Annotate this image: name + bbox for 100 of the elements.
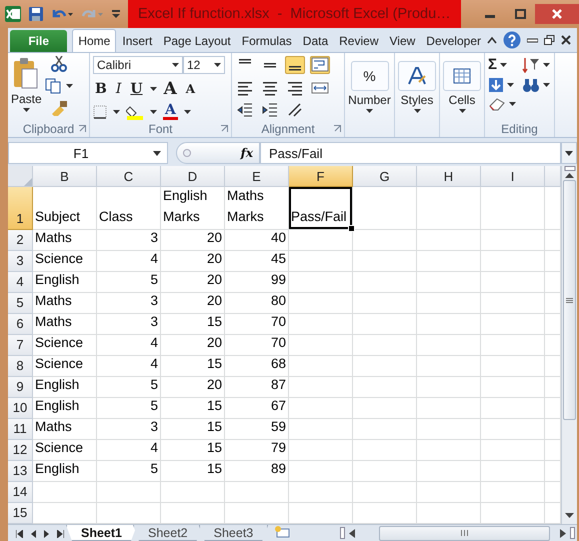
dropdown-caret-icon[interactable] <box>150 110 157 114</box>
table-cell: 15 <box>161 398 225 419</box>
dropdown-caret-icon[interactable] <box>184 110 191 114</box>
dropdown-caret-icon <box>414 109 420 113</box>
empty-cell <box>353 377 417 398</box>
column-header[interactable]: G <box>353 166 417 187</box>
dropdown-caret-icon[interactable] <box>113 110 120 114</box>
empty-cell <box>417 377 481 398</box>
number-button[interactable]: % Number <box>348 56 391 137</box>
dropdown-caret-icon[interactable] <box>214 63 221 67</box>
ribbon-tab[interactable]: Review <box>334 30 384 52</box>
insert-function-button[interactable]: fx <box>240 146 253 160</box>
collapse-ribbon-icon[interactable] <box>487 36 497 44</box>
grow-font-button[interactable]: A <box>162 79 179 99</box>
shrink-font-button[interactable]: A <box>184 82 198 96</box>
row-header[interactable]: 7 <box>8 335 33 356</box>
copy-icon[interactable] <box>44 78 61 94</box>
dialog-launcher-icon[interactable] <box>334 125 341 132</box>
ribbon-tab[interactable]: Data <box>298 30 334 52</box>
split-box-icon <box>564 166 576 172</box>
ribbon-tab[interactable]: Insert <box>117 30 158 52</box>
fill-down-icon[interactable] <box>488 77 504 93</box>
row-header[interactable]: 6 <box>8 314 33 335</box>
row-header[interactable]: 2 <box>8 230 33 251</box>
dropdown-caret-icon[interactable] <box>172 63 179 67</box>
row-header[interactable]: 11 <box>8 419 33 440</box>
sheet-tab[interactable]: Sheet3 <box>198 525 268 541</box>
vertical-scrollbar[interactable] <box>561 166 577 524</box>
row-header[interactable]: 13 <box>8 461 33 482</box>
align-button[interactable] <box>235 101 255 120</box>
italic-button[interactable]: I <box>114 81 124 97</box>
help-icon[interactable] <box>503 31 521 49</box>
row-header[interactable]: 10 <box>8 398 33 419</box>
formula-field[interactable]: Pass/Fail <box>260 142 561 164</box>
dialog-launcher-icon[interactable] <box>79 125 86 132</box>
column-header[interactable]: D <box>161 166 225 187</box>
borders-icon[interactable] <box>93 105 107 119</box>
name-box[interactable]: F1 <box>8 142 168 164</box>
align-button[interactable] <box>310 56 330 74</box>
format-painter-icon[interactable] <box>50 100 68 116</box>
insert-sheet-icon[interactable] <box>274 525 290 538</box>
align-button[interactable] <box>285 56 305 74</box>
row-header[interactable]: 4 <box>8 272 33 293</box>
excel-logo-icon[interactable] <box>4 5 22 23</box>
align-button[interactable] <box>260 101 280 120</box>
splitter-handle-icon[interactable] <box>183 149 191 157</box>
autosum-button[interactable]: Σ <box>488 56 498 73</box>
ribbon-tab[interactable]: Page Layout <box>158 30 236 52</box>
expand-formula-bar-button[interactable] <box>561 142 577 164</box>
font-size-field[interactable]: 12 <box>183 56 225 74</box>
column-header[interactable]: I <box>481 166 545 187</box>
row-header[interactable]: 8 <box>8 356 33 377</box>
dialog-launcher-icon[interactable] <box>221 125 228 132</box>
dropdown-caret-icon[interactable] <box>507 83 514 87</box>
column-header[interactable]: E <box>225 166 289 187</box>
minimize-workbook-icon[interactable] <box>527 36 538 44</box>
row-header[interactable]: 12 <box>8 440 33 461</box>
ribbon-tab[interactable]: Formulas <box>236 30 297 52</box>
sheet-tab[interactable]: Sheet1 <box>66 525 137 541</box>
column-header[interactable]: C <box>97 166 161 187</box>
bold-button[interactable]: B <box>93 81 109 97</box>
row-header[interactable]: 1 <box>8 187 33 230</box>
row-header[interactable]: 14 <box>8 482 33 503</box>
ribbon-tab[interactable]: View <box>384 30 420 52</box>
styles-button[interactable]: Styles <box>398 56 436 137</box>
dropdown-caret-icon[interactable] <box>543 62 550 66</box>
binoculars-icon[interactable] <box>522 77 540 93</box>
row-header[interactable]: 9 <box>8 377 33 398</box>
paste-button[interactable]: Paste <box>11 56 42 121</box>
ribbon-tab[interactable]: Developer <box>421 30 486 52</box>
row-header[interactable]: 3 <box>8 251 33 272</box>
font-color-button[interactable]: A <box>163 104 178 120</box>
row-header[interactable]: 5 <box>8 293 33 314</box>
fill-color-icon[interactable] <box>126 104 144 120</box>
dropdown-caret-icon[interactable] <box>150 87 157 91</box>
ribbon-tab[interactable]: Home <box>72 29 116 52</box>
dropdown-caret-icon[interactable] <box>543 83 550 87</box>
close-button[interactable] <box>535 4 579 24</box>
dropdown-caret-icon[interactable] <box>509 102 516 106</box>
last-sheet-icon[interactable] <box>57 530 64 538</box>
sort-filter-icon[interactable] <box>522 56 540 72</box>
dropdown-caret-icon[interactable] <box>500 62 508 66</box>
row-header[interactable]: 15 <box>8 503 33 524</box>
column-header[interactable]: F <box>289 166 353 187</box>
file-tab[interactable]: File <box>10 30 68 52</box>
scissors-icon[interactable] <box>50 56 67 72</box>
previous-sheet-icon[interactable] <box>31 530 36 538</box>
next-sheet-icon[interactable] <box>44 530 49 538</box>
horizontal-scrollbar[interactable] <box>340 525 577 541</box>
font-name-field[interactable]: Calibri <box>93 56 183 74</box>
column-header[interactable]: H <box>417 166 481 187</box>
save-icon[interactable] <box>28 6 44 22</box>
column-header[interactable]: B <box>33 166 97 187</box>
underline-button[interactable]: U <box>128 81 145 97</box>
eraser-icon[interactable] <box>488 97 506 111</box>
restore-workbook-icon[interactable] <box>544 35 555 45</box>
first-sheet-icon[interactable] <box>16 530 23 538</box>
dropdown-caret-icon[interactable] <box>66 84 73 88</box>
cells-button[interactable]: Cells <box>443 56 481 137</box>
close-workbook-icon[interactable] <box>561 35 571 45</box>
